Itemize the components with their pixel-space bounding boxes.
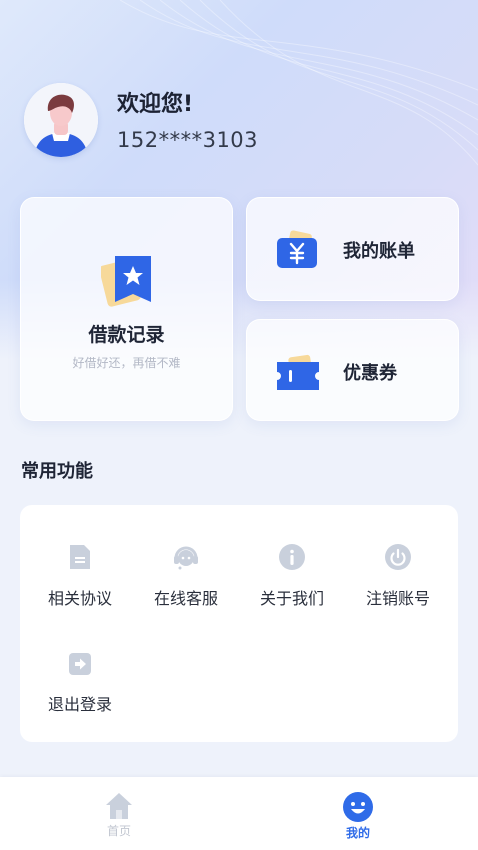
common-functions-panel: 相关协议 在线客服 关于我们 注销账号 退出登录 (20, 505, 458, 742)
power-icon (385, 544, 411, 570)
func-online-service-label: 在线客服 (153, 589, 218, 608)
document-icon (70, 545, 90, 569)
common-functions-title: 常用功能 (21, 461, 93, 482)
tab-mine[interactable]: 我的 (318, 791, 398, 841)
my-bill-title: 我的账单 (343, 241, 415, 262)
my-bill-card[interactable]: 我的账单 (246, 197, 459, 301)
info-icon (279, 544, 305, 570)
tab-mine-label: 我的 (345, 826, 370, 840)
func-about-us[interactable]: 关于我们 (242, 543, 342, 609)
tab-home[interactable]: 首页 (79, 791, 159, 839)
coupon-title: 优惠券 (343, 363, 397, 384)
func-cancel-account[interactable]: 注销账号 (348, 543, 448, 609)
bill-yuan-icon (277, 230, 317, 268)
headset-icon (174, 546, 198, 570)
coupon-ticket-icon (277, 354, 319, 390)
bookmark-star-icon (101, 256, 151, 307)
avatar[interactable] (24, 83, 98, 157)
logout-icon (69, 653, 91, 675)
func-cancel-account-label: 注销账号 (365, 589, 430, 608)
home-icon (106, 793, 132, 819)
smiley-face-icon (343, 792, 373, 822)
loan-record-card[interactable]: 借款记录 好借好还，再借不难 (20, 197, 233, 421)
func-logout[interactable]: 退出登录 (30, 651, 130, 715)
func-online-service[interactable]: 在线客服 (136, 543, 236, 609)
loan-record-title: 借款记录 (88, 324, 165, 346)
bottom-tab-bar: 首页 我的 (0, 777, 478, 850)
phone-number: 152****3103 (117, 128, 259, 152)
func-agreements-label: 相关协议 (47, 589, 112, 608)
welcome-text: 欢迎您! (117, 92, 194, 117)
user-avatar-icon (24, 83, 98, 157)
func-about-us-label: 关于我们 (259, 589, 324, 608)
func-logout-label: 退出登录 (47, 695, 112, 714)
func-agreements[interactable]: 相关协议 (30, 543, 130, 609)
loan-record-subtitle: 好借好还，再借不难 (72, 356, 181, 370)
coupon-card[interactable]: 优惠券 (246, 319, 459, 421)
tab-home-label: 首页 (106, 824, 131, 838)
